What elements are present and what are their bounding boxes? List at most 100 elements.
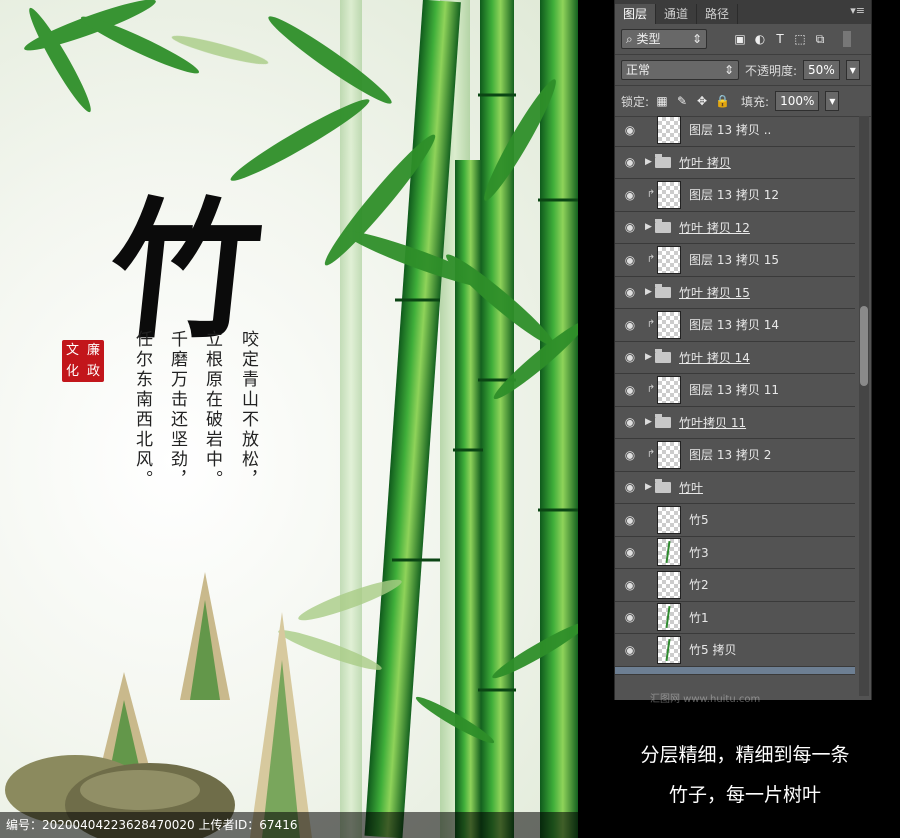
layer-name: 竹3 [689,545,709,560]
lock-brush-icon[interactable]: ✎ [675,94,689,108]
layer-name: 图层 13 拷贝 .. [689,123,772,138]
filter-row: ⌕ 类型 ⇕ ▣ ◐ T ⬚ ⧉ [615,24,871,55]
tab-paths[interactable]: 路径 [697,4,739,24]
layer-row[interactable]: ◉ ↱ 图层 13 拷贝 11 [615,374,855,407]
layer-row[interactable]: ◉ 竹5 [615,504,855,537]
layer-row[interactable]: ◉ 竹3 [615,537,855,569]
lock-transparent-icon[interactable]: ▦ [655,94,669,108]
eye-visibility-icon[interactable]: ◉ [615,383,645,397]
eye-visibility-icon[interactable]: ◉ [615,448,645,462]
text-filter-icon[interactable]: T [773,32,787,46]
filter-type-label: ⌕ 类型 [626,32,661,46]
expand-arrow-icon[interactable]: ▶ [645,352,655,362]
menu-icon[interactable]: ▾≡ [850,4,865,17]
layer-group-row[interactable]: ◉ ▶ 竹叶 拷贝 15 [615,277,855,309]
layer-row[interactable]: ◉ 竹5 拷贝 [615,634,855,667]
eye-visibility-icon[interactable]: ◉ [615,545,645,559]
expand-arrow-icon[interactable]: ▶ [645,482,655,492]
filter-toggle[interactable] [843,31,851,47]
layer-thumbnail [657,603,681,632]
seal-char: 廉 [86,343,100,358]
eye-visibility-icon[interactable]: ◉ [615,123,645,137]
eye-visibility-icon[interactable]: ◉ [615,643,645,657]
layer-group-row[interactable]: ◉ ▶ 竹叶 拷贝 14 [615,342,855,374]
filter-type-select[interactable]: ⌕ 类型 ⇕ [621,29,707,49]
seal-char: 文 [65,343,79,358]
layer-group-row[interactable]: ◉ ▶ 竹叶 [615,472,855,504]
layer-row[interactable]: ◉ 竹1 [615,602,855,634]
layer-name: 竹叶 拷贝 [679,155,731,170]
expand-arrow-icon[interactable]: ▶ [645,287,655,297]
poster-canvas: 竹 文 廉 化 政 咬定青山不放松， 立根原在破岩中。 千磨万击还坚劲， 任尔东… [0,0,578,838]
smart-filter-icon[interactable]: ⧉ [813,32,827,46]
layer-row[interactable]: ◉ ↱ 图层 13 拷贝 14 [615,309,855,342]
eye-visibility-icon[interactable]: ◉ [615,480,645,494]
caption: 分层精细，精细到每一条 竹子，每一片树叶 [600,735,890,815]
layer-row[interactable]: ◉ ↱ 图层 13 拷贝 2 [615,439,855,472]
opacity-input[interactable]: 50% [803,60,840,80]
shape-filter-icon[interactable]: ⬚ [793,32,807,46]
adjust-filter-icon[interactable]: ◐ [753,32,767,46]
layer-thumbnail [657,180,681,209]
layer-row[interactable]: ◉ 图层 13 拷贝 .. [615,114,855,147]
eye-visibility-icon[interactable]: ◉ [615,350,645,364]
layer-name: 竹5 [689,513,709,528]
clip-mask-icon: ↱ [646,319,656,331]
layer-row[interactable]: ◉ ↱ 图层 13 拷贝 12 [615,179,855,212]
seal-char: 化 [65,364,79,379]
bamboo-artwork [5,0,578,838]
eye-visibility-icon[interactable]: ◉ [615,220,645,234]
fill-input[interactable]: 100% [775,91,820,111]
layer-name: 竹5 拷贝 [689,643,737,658]
layer-row[interactable] [615,666,855,675]
eye-visibility-icon[interactable]: ◉ [615,188,645,202]
layer-name: 竹叶拷贝 11 [679,415,747,430]
scrollbar-thumb[interactable] [860,306,868,386]
layer-name: 竹叶 拷贝 15 [679,285,750,300]
updown-icon: ⇕ [723,63,734,77]
lock-move-icon[interactable]: ✥ [695,94,709,108]
layers-panel: 图层 通道 路径 ▾≡ ⌕ 类型 ⇕ ▣ ◐ T ⬚ ⧉ 正常 ⇕ 不透明度: … [614,0,872,700]
layer-group-row[interactable]: ◉ ▶ 竹叶拷贝 11 [615,407,855,439]
layer-name: 图层 13 拷贝 11 [689,383,779,398]
layers-scrollbar[interactable] [859,116,869,696]
red-seal-stamp: 文 廉 化 政 [62,340,104,382]
thumbnail-stroke [665,541,671,564]
eye-visibility-icon[interactable]: ◉ [615,513,645,527]
tab-channels[interactable]: 通道 [656,4,698,24]
eye-visibility-icon[interactable]: ◉ [615,155,645,169]
lock-row: 锁定: ▦ ✎ ✥ 🔒 填充: 100% ▾ [615,86,871,117]
folder-icon [655,153,671,168]
expand-arrow-icon[interactable]: ▶ [645,157,655,167]
eye-visibility-icon[interactable]: ◉ [615,610,645,624]
blend-row: 正常 ⇕ 不透明度: 50% ▾ [615,55,871,86]
poem-column-3: 千磨万击还坚劲， [167,330,187,490]
opacity-dropdown-icon[interactable]: ▾ [845,60,860,80]
layer-row[interactable]: ◉ 竹2 [615,569,855,602]
clip-mask-icon: ↱ [646,254,656,266]
layer-name: 竹叶 [679,480,704,495]
layer-list: ◉ 图层 13 拷贝 .. ◉ ▶ 竹叶 拷贝 ◉ ↱ 图层 13 拷贝 12 ◉ ▶ 竹叶 拷贝 … [615,114,855,675]
eye-visibility-icon[interactable]: ◉ [615,318,645,332]
fill-dropdown-icon[interactable]: ▾ [825,91,840,111]
eye-visibility-icon[interactable]: ◉ [615,415,645,429]
tab-layers[interactable]: 图层 [615,4,657,24]
eye-visibility-icon[interactable]: ◉ [615,285,645,299]
layer-group-row[interactable]: ◉ ▶ 竹叶 拷贝 12 [615,212,855,244]
lock-all-icon[interactable]: 🔒 [715,94,730,108]
poem-column-1: 咬定青山不放松， [238,330,258,490]
layer-group-row[interactable]: ◉ ▶ 竹叶 拷贝 [615,147,855,179]
eye-visibility-icon[interactable]: ◉ [615,253,645,267]
eye-visibility-icon[interactable]: ◉ [615,578,645,592]
blend-mode-select[interactable]: 正常 ⇕ [621,60,739,80]
image-filter-icon[interactable]: ▣ [733,32,747,46]
layer-thumbnail [657,635,681,664]
layer-thumbnail [657,310,681,339]
expand-arrow-icon[interactable]: ▶ [645,222,655,232]
expand-arrow-icon[interactable]: ▶ [645,417,655,427]
folder-icon [655,413,671,428]
layer-row[interactable]: ◉ ↱ 图层 13 拷贝 15 [615,244,855,277]
layer-name: 竹1 [689,610,709,625]
layer-name: 图层 13 拷贝 12 [689,188,779,203]
layer-name: 图层 13 拷贝 14 [689,318,779,333]
